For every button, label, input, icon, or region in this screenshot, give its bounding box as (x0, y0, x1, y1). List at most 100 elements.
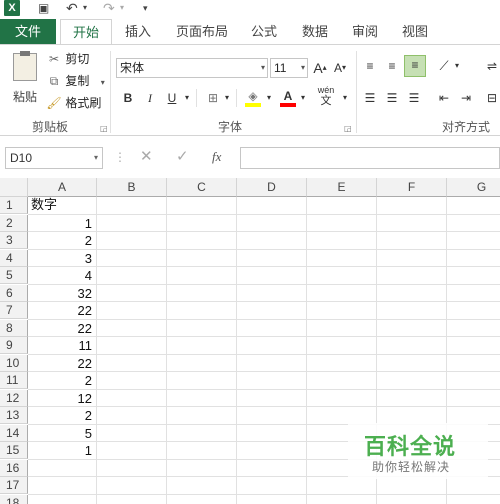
paste-button[interactable]: 粘贴 (8, 51, 42, 111)
row-header-4[interactable]: 4 (0, 250, 28, 267)
cell-a3[interactable]: 2 (28, 232, 96, 249)
shrink-font-button[interactable]: A▾ (332, 59, 348, 77)
decrease-indent-icon[interactable]: ⇤ (434, 89, 454, 107)
tab-data[interactable]: 数据 (294, 19, 336, 45)
cell-a2[interactable]: 1 (28, 215, 96, 232)
name-box[interactable]: D10 ▾ (5, 147, 103, 169)
undo-dropdown-icon[interactable]: ▾ (83, 0, 87, 17)
borders-icon[interactable]: ⊞ (204, 89, 222, 107)
row-header-7[interactable]: 7 (0, 302, 28, 319)
select-all-corner[interactable] (0, 178, 28, 197)
tab-review[interactable]: 审阅 (344, 19, 386, 45)
tab-file[interactable]: 文件 (0, 19, 56, 45)
align-left-icon[interactable]: ☰ (360, 89, 380, 107)
row-header-8[interactable]: 8 (0, 320, 28, 337)
insert-function-icon[interactable]: fx (212, 149, 221, 165)
tab-insert[interactable]: 插入 (116, 19, 160, 45)
cell-a14[interactable]: 5 (28, 425, 96, 442)
row-header-14[interactable]: 14 (0, 425, 28, 442)
align-bottom-icon[interactable]: ≡ (404, 55, 426, 77)
row-header-15[interactable]: 15 (0, 442, 28, 459)
undo-icon[interactable]: ↶ (66, 0, 78, 17)
column-header-b[interactable]: B (97, 178, 167, 197)
cell-a12[interactable]: 12 (28, 390, 96, 407)
row-header-3[interactable]: 3 (0, 232, 28, 249)
row-header-11[interactable]: 11 (0, 372, 28, 389)
tab-formulas[interactable]: 公式 (244, 19, 284, 45)
column-header-d[interactable]: D (237, 178, 307, 197)
row-header-17[interactable]: 17 (0, 477, 28, 494)
redo-dropdown-icon[interactable]: ▾ (120, 0, 124, 17)
column-header-g[interactable]: G (447, 178, 500, 197)
orientation-icon[interactable]: ⟋ (434, 57, 454, 75)
column-header-c[interactable]: C (167, 178, 237, 197)
row-header-9[interactable]: 9 (0, 337, 28, 354)
chevron-down-icon[interactable]: ▾ (298, 89, 308, 107)
redo-icon[interactable]: ↷ (103, 0, 115, 17)
font-name-select[interactable]: 宋体 ▾ (116, 58, 268, 78)
italic-button[interactable]: I (142, 89, 158, 107)
phonetic-guide-button[interactable]: wén 文 (312, 85, 340, 109)
row-header-18[interactable]: 18 (0, 495, 28, 504)
cut-button[interactable]: ✂ 剪切 (46, 51, 89, 67)
grow-font-button[interactable]: A▴ (312, 59, 328, 77)
increase-indent-icon[interactable]: ⇥ (456, 89, 476, 107)
paintbrush-icon: 🖌 (46, 96, 62, 110)
cell-a5[interactable]: 4 (28, 267, 96, 284)
gridline (28, 266, 500, 267)
wrap-text-icon[interactable]: ⇌ (484, 57, 500, 75)
chevron-down-icon[interactable]: ▾ (264, 89, 274, 107)
row-header-6[interactable]: 6 (0, 285, 28, 302)
enter-icon[interactable]: ✓ (176, 147, 189, 165)
chevron-down-icon[interactable]: ▾ (182, 89, 192, 107)
column-header-e[interactable]: E (307, 178, 377, 197)
cell-a7[interactable]: 22 (28, 302, 96, 319)
cell-a1[interactable]: 数字 (28, 197, 96, 214)
save-icon[interactable]: ▣ (38, 0, 49, 17)
cancel-icon[interactable]: ✕ (140, 147, 153, 165)
font-launcher-icon[interactable]: ◲ (344, 124, 352, 133)
copy-button[interactable]: ⧉ 复制 ▾ (46, 73, 105, 91)
cell-a16[interactable] (28, 460, 96, 477)
align-right-icon[interactable]: ☰ (404, 89, 424, 107)
chevron-down-icon[interactable]: ▾ (222, 89, 232, 107)
row-header-1[interactable]: 1 (0, 197, 28, 214)
align-middle-icon[interactable]: ≡ (382, 57, 402, 75)
align-top-icon[interactable]: ≡ (360, 57, 380, 75)
cell-a13[interactable]: 2 (28, 407, 96, 424)
align-center-icon[interactable]: ☰ (382, 89, 402, 107)
column-header-a[interactable]: A (28, 178, 97, 197)
cell-a4[interactable]: 3 (28, 250, 96, 267)
bold-button[interactable]: B (120, 89, 136, 107)
row-header-10[interactable]: 10 (0, 355, 28, 372)
cell-a6[interactable]: 32 (28, 285, 96, 302)
row-header-16[interactable]: 16 (0, 460, 28, 477)
underline-button[interactable]: U (164, 89, 180, 107)
format-painter-button[interactable]: 🖌 格式刷 (46, 95, 101, 111)
row-header-12[interactable]: 12 (0, 390, 28, 407)
cell-a9[interactable]: 11 (28, 337, 96, 354)
tab-page-layout[interactable]: 页面布局 (168, 19, 236, 45)
cell-a10[interactable]: 22 (28, 355, 96, 372)
chevron-down-icon[interactable]: ▾ (340, 89, 350, 107)
row-header-13[interactable]: 13 (0, 407, 28, 424)
row-header-2[interactable]: 2 (0, 215, 28, 232)
tab-home[interactable]: 开始 (60, 19, 112, 45)
merge-center-icon[interactable]: ⊟ (484, 89, 500, 107)
row-header-5[interactable]: 5 (0, 267, 28, 284)
cut-label: 剪切 (65, 52, 90, 66)
font-color-button[interactable]: A (280, 87, 296, 107)
cell-a8[interactable]: 22 (28, 320, 96, 337)
cell-a17[interactable] (28, 477, 96, 494)
fill-color-button[interactable]: ◈ (244, 87, 262, 107)
column-header-f[interactable]: F (377, 178, 447, 197)
chevron-down-icon[interactable]: ▾ (452, 57, 462, 75)
formula-input[interactable] (240, 147, 500, 169)
font-size-select[interactable]: 11 ▾ (270, 58, 308, 78)
clipboard-launcher-icon[interactable]: ◲ (100, 124, 108, 133)
customize-qat-icon[interactable]: ▾ (143, 0, 148, 17)
cell-a18[interactable] (28, 495, 96, 504)
tab-view[interactable]: 视图 (394, 19, 436, 45)
cell-a11[interactable]: 2 (28, 372, 96, 389)
cell-a15[interactable]: 1 (28, 442, 96, 459)
